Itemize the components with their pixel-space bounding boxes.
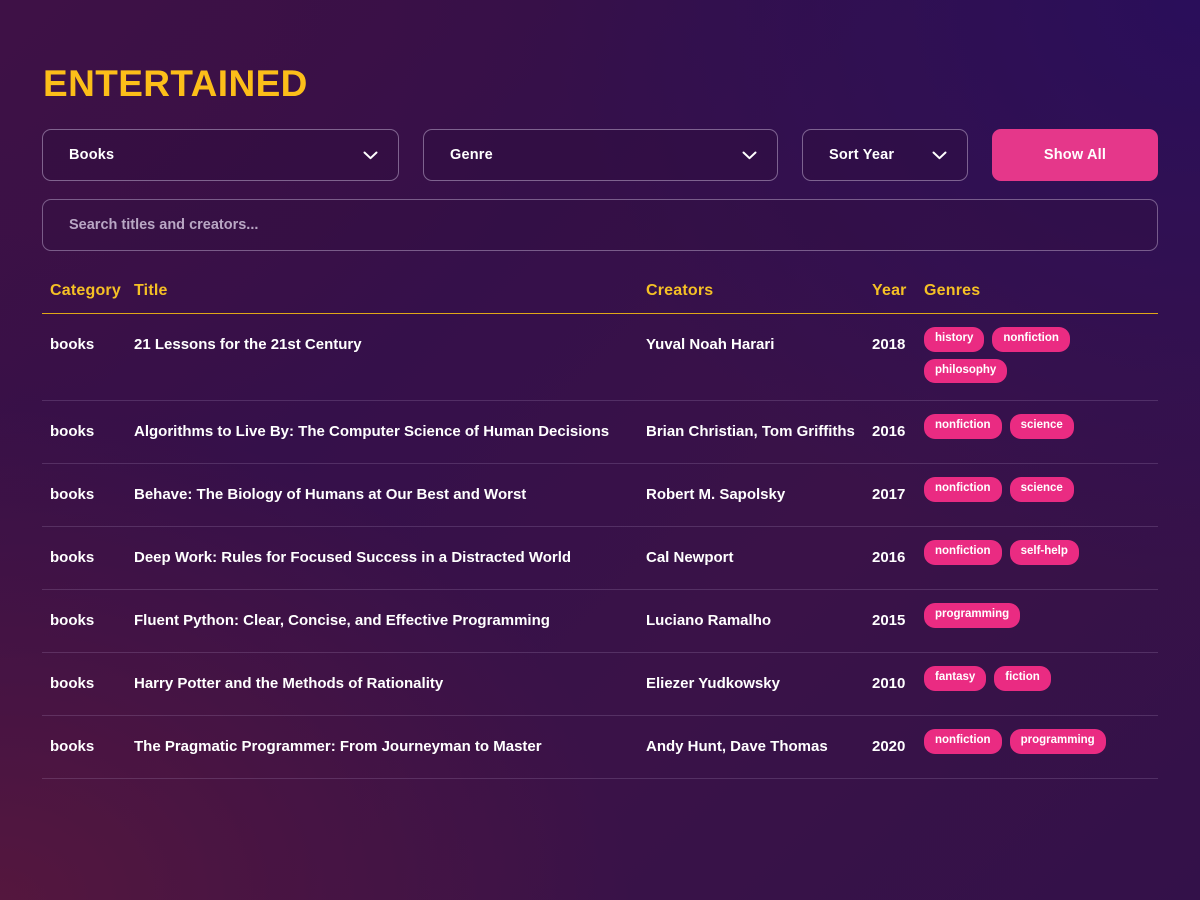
table-row[interactable]: books 21 Lessons for the 21st Century Yuva…: [42, 313, 1158, 401]
cell-category: books: [42, 715, 134, 779]
table-row[interactable]: books Behave: The Biology of Humans at Ou…: [42, 463, 1158, 527]
cell-genres: nonfiction self-help: [924, 526, 1158, 590]
genre-chip[interactable]: nonfiction: [924, 729, 1002, 754]
table-row[interactable]: books Fluent Python: Clear, Concise, and …: [42, 589, 1158, 653]
genre-chip-list: nonfiction programming: [924, 729, 1148, 754]
cell-creators: Eliezer Yudkowsky: [646, 652, 872, 716]
cell-category: books: [42, 400, 134, 464]
table-row[interactable]: books Algorithms to Live By: The Computer…: [42, 400, 1158, 464]
genre-chip[interactable]: fantasy: [924, 666, 987, 691]
search-input[interactable]: [42, 199, 1158, 251]
category-filter-label: Books: [69, 147, 115, 163]
cell-category: books: [42, 526, 134, 590]
table-body: books 21 Lessons for the 21st Century Yuva…: [42, 313, 1158, 779]
cell-genres: nonfiction programming: [924, 715, 1158, 779]
genre-chip[interactable]: history: [924, 327, 985, 352]
cell-creators: Robert M. Sapolsky: [646, 463, 872, 527]
cell-year: 2016: [872, 526, 924, 590]
cell-category: books: [42, 652, 134, 716]
table-row[interactable]: books The Pragmatic Programmer: From Jour…: [42, 715, 1158, 779]
column-header-category[interactable]: Category: [42, 282, 134, 314]
sort-year-label: Sort Year: [829, 147, 895, 163]
category-filter-select[interactable]: Books: [42, 129, 399, 181]
cell-year: 2020: [872, 715, 924, 779]
genre-chip-list: nonfiction science: [924, 414, 1148, 439]
cell-title: Fluent Python: Clear, Concise, and Effec…: [134, 589, 646, 653]
table-row[interactable]: books Deep Work: Rules for Focused Succes…: [42, 526, 1158, 590]
chevron-down-icon: [363, 151, 378, 160]
cell-title: 21 Lessons for the 21st Century: [134, 313, 646, 401]
cell-creators: Cal Newport: [646, 526, 872, 590]
genre-chip[interactable]: programming: [1009, 729, 1106, 754]
table-row[interactable]: books Harry Potter and the Methods of Rat…: [42, 652, 1158, 716]
filter-controls: Books Genre Sort Year Show All: [42, 129, 1158, 181]
genre-chip[interactable]: programming: [924, 603, 1021, 628]
column-header-creators[interactable]: Creators: [646, 282, 872, 314]
cell-title: Algorithms to Live By: The Computer Scie…: [134, 400, 646, 464]
cell-creators: Andy Hunt, Dave Thomas: [646, 715, 872, 779]
table-header-row: Category Title Creators Year Genres: [42, 282, 1158, 314]
genre-chip-list: fantasy fiction: [924, 666, 1148, 691]
genre-chip[interactable]: nonfiction: [992, 327, 1070, 352]
cell-title: The Pragmatic Programmer: From Journeyma…: [134, 715, 646, 779]
genre-chip-list: nonfiction science: [924, 477, 1148, 502]
chevron-down-icon: [742, 151, 757, 160]
cell-title: Deep Work: Rules for Focused Success in …: [134, 526, 646, 590]
genre-chip[interactable]: philosophy: [924, 358, 1008, 383]
app-root: ENTERTAINED Books Genre Sort Year Show A…: [0, 0, 1200, 900]
cell-genres: fantasy fiction: [924, 652, 1158, 716]
cell-creators: Yuval Noah Harari: [646, 313, 872, 401]
column-header-year[interactable]: Year: [872, 282, 924, 314]
cell-creators: Luciano Ramalho: [646, 589, 872, 653]
genre-chip[interactable]: science: [1009, 414, 1074, 439]
cell-genres: nonfiction science: [924, 400, 1158, 464]
cell-year: 2017: [872, 463, 924, 527]
cell-category: books: [42, 463, 134, 527]
cell-creators: Brian Christian, Tom Griffiths: [646, 400, 872, 464]
table-head: Category Title Creators Year Genres: [42, 282, 1158, 314]
genre-chip[interactable]: science: [1009, 477, 1074, 502]
cell-genres: programming: [924, 589, 1158, 653]
sort-year-select[interactable]: Sort Year: [802, 129, 968, 181]
media-table: Category Title Creators Year Genres book…: [42, 282, 1158, 779]
column-header-genres[interactable]: Genres: [924, 282, 1158, 314]
genre-chip-list: programming: [924, 603, 1148, 628]
genre-chip[interactable]: nonfiction: [924, 477, 1002, 502]
cell-category: books: [42, 589, 134, 653]
cell-title: Harry Potter and the Methods of Rational…: [134, 652, 646, 716]
search-bar: [42, 199, 1158, 251]
cell-title: Behave: The Biology of Humans at Our Bes…: [134, 463, 646, 527]
cell-year: 2010: [872, 652, 924, 716]
genre-filter-label: Genre: [450, 147, 493, 163]
cell-genres: nonfiction science: [924, 463, 1158, 527]
genre-chip[interactable]: self-help: [1009, 540, 1079, 565]
cell-genres: history nonfiction philosophy: [924, 313, 1158, 401]
column-header-title[interactable]: Title: [134, 282, 646, 314]
chevron-down-icon: [932, 151, 947, 160]
genre-chip[interactable]: nonfiction: [924, 414, 1002, 439]
show-all-button[interactable]: Show All: [992, 129, 1158, 181]
genre-filter-select[interactable]: Genre: [423, 129, 778, 181]
genre-chip-list: nonfiction self-help: [924, 540, 1148, 565]
genre-chip-list: history nonfiction philosophy: [924, 327, 1148, 383]
cell-year: 2016: [872, 400, 924, 464]
cell-year: 2015: [872, 589, 924, 653]
app-logo: ENTERTAINED: [43, 63, 308, 104]
cell-category: books: [42, 313, 134, 401]
cell-year: 2018: [872, 313, 924, 401]
genre-chip[interactable]: fiction: [994, 666, 1051, 691]
genre-chip[interactable]: nonfiction: [924, 540, 1002, 565]
